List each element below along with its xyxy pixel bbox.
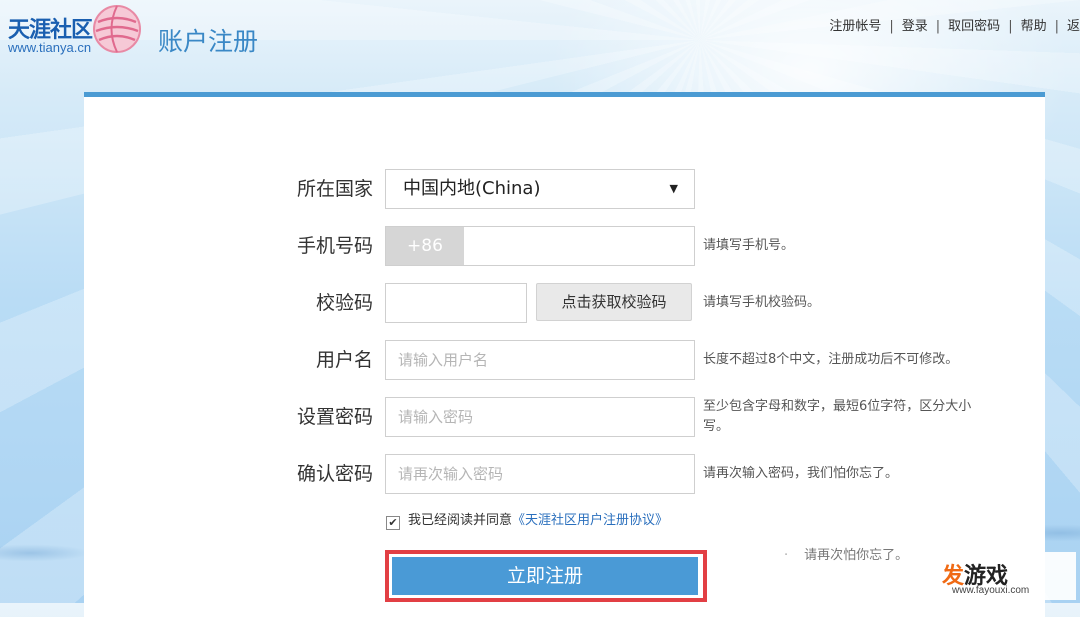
code-hint: 请填写手机校验码。 [703, 295, 821, 310]
code-row: 校验码 点击获取校验码 请填写手机校验码。 [84, 283, 1045, 323]
confirm-row: 确认密码 请再次输入密码，我们怕你忘了。 [84, 454, 1045, 494]
fayouxi-watermark: 发游戏 www.fayouxi.com [936, 552, 1076, 600]
nav-recover-password[interactable]: 取回密码 [948, 19, 1000, 34]
register-now-button[interactable]: 立即注册 [392, 557, 698, 595]
agreement-text: 我已经阅读并同意 [408, 513, 513, 528]
dropdown-arrow-icon: ▼ [669, 182, 678, 195]
logo-url: www.tianya.cn [8, 40, 92, 55]
code-label: 校验码 [315, 292, 373, 314]
username-hint: 长度不超过8个中文，注册成功后不可修改。 [703, 352, 959, 367]
nav-return[interactable]: 返 [1067, 19, 1080, 34]
password-input[interactable] [386, 398, 678, 436]
country-selected-value: 中国内地(China) [403, 178, 541, 199]
logo-globe-icon [93, 5, 141, 53]
registration-panel: 所在国家 中国内地(China) ▼ 手机号码 +86 请填写手机号。 校验码 … [84, 92, 1045, 617]
ghost-hint: · 请再次怕你忘了。 [784, 544, 908, 563]
confirm-label: 确认密码 [296, 463, 373, 485]
agreement-checkbox[interactable]: ✔ [386, 516, 400, 530]
country-label: 所在国家 [296, 178, 373, 200]
nav-help[interactable]: 帮助 [1021, 19, 1047, 34]
password-field [385, 397, 695, 437]
country-select[interactable]: 中国内地(China) ▼ [385, 169, 695, 209]
username-row: 用户名 长度不超过8个中文，注册成功后不可修改。 [84, 340, 1045, 380]
password-row: 设置密码 至少包含字母和数字，最短6位字符，区分大小写。 [84, 397, 1045, 437]
submit-highlight-box: 立即注册 [385, 550, 707, 602]
username-label: 用户名 [315, 349, 373, 371]
agreement-link[interactable]: 《天涯社区用户注册协议》 [512, 513, 668, 528]
confirm-password-input[interactable] [386, 455, 678, 493]
phone-label: 手机号码 [296, 235, 373, 257]
phone-hint: 请填写手机号。 [703, 238, 795, 253]
get-code-button[interactable]: 点击获取校验码 [536, 283, 692, 321]
ghost-hint-text: 请再次怕你忘了。 [804, 548, 909, 563]
confirm-hint: 请再次输入密码，我们怕你忘了。 [703, 466, 899, 481]
watermark-url: www.fayouxi.com [952, 585, 1030, 596]
nav-separator: | [1008, 19, 1013, 34]
nav-separator: | [1054, 19, 1059, 34]
nav-separator: | [935, 19, 941, 34]
username-field [385, 340, 695, 380]
agreement-row: ✔ 我已经阅读并同意《天涯社区用户注册协议》 [386, 511, 668, 531]
confirm-field [385, 454, 695, 494]
password-hint: 至少包含字母和数字，最短6位字符，区分大小写。 [703, 399, 972, 434]
nav-separator: | [889, 19, 894, 34]
nav-login[interactable]: 登录 [902, 19, 928, 34]
password-label: 设置密码 [296, 406, 373, 428]
top-nav: 注册帐号 | 登录 | 取回密码 | 帮助 | 返 [829, 15, 1080, 34]
dot-mark: · [784, 548, 789, 563]
code-field [385, 283, 527, 323]
phone-field: +86 [385, 226, 696, 266]
country-row: 所在国家 中国内地(China) ▼ [84, 169, 1045, 209]
tianya-logo[interactable]: 天涯社区 www.tianya.cn [6, 2, 146, 60]
page-title: 账户注册 [158, 27, 259, 56]
nav-register[interactable]: 注册帐号 [829, 19, 881, 34]
code-input[interactable] [386, 284, 526, 322]
phone-row: 手机号码 +86 请填写手机号。 [84, 226, 1045, 266]
username-input[interactable] [386, 341, 678, 379]
country-code-prefix: +86 [386, 227, 464, 265]
phone-input[interactable] [464, 227, 696, 265]
